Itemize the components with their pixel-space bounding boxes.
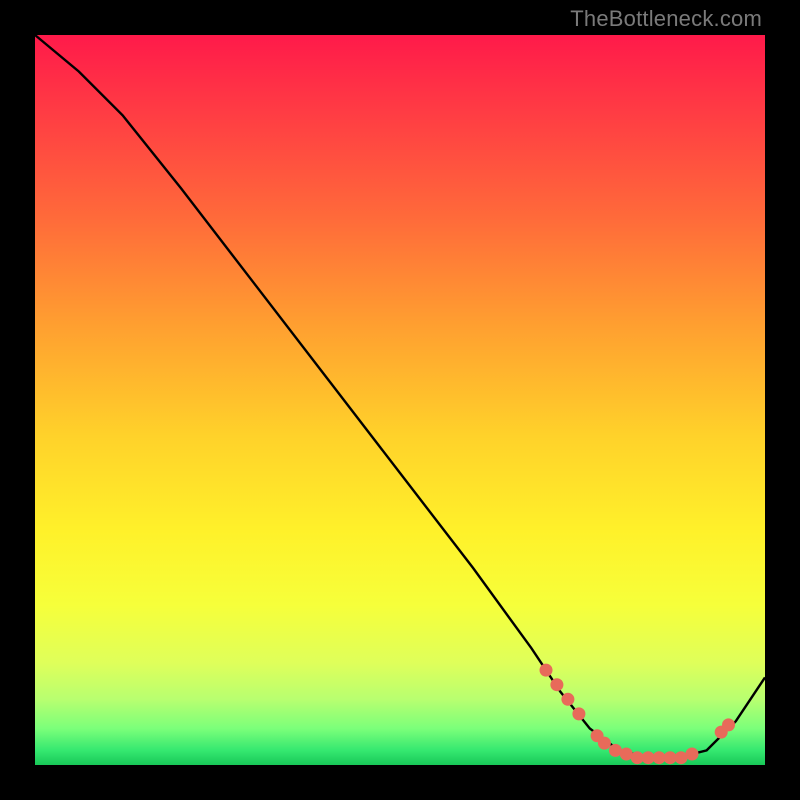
data-marker <box>540 664 553 677</box>
marker-layer <box>540 664 736 765</box>
data-marker <box>561 693 574 706</box>
data-marker <box>620 748 633 761</box>
data-marker <box>598 737 611 750</box>
curve-layer <box>35 35 765 765</box>
bottleneck-curve <box>35 35 765 758</box>
data-marker <box>550 678 563 691</box>
plot-area <box>35 35 765 765</box>
data-marker <box>722 718 735 731</box>
data-marker <box>686 748 699 761</box>
data-marker <box>572 707 585 720</box>
data-marker <box>675 751 688 764</box>
watermark-text: TheBottleneck.com <box>570 6 762 32</box>
chart-frame: TheBottleneck.com <box>0 0 800 800</box>
